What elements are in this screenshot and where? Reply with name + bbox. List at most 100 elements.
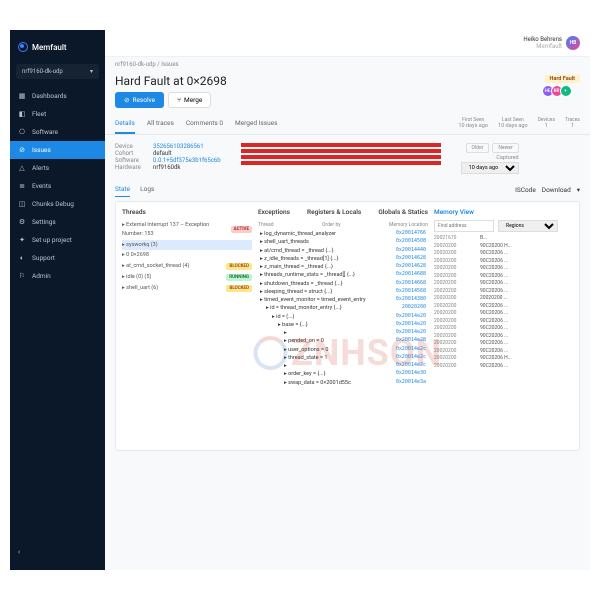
download-button[interactable]: Download: [542, 186, 571, 194]
brand-name: Memfault: [32, 43, 67, 52]
memory-header: Memory View: [434, 208, 573, 220]
user-menu[interactable]: Heiko Behrens Memfault HB: [523, 36, 580, 50]
regions-select[interactable]: Regions: [498, 220, 558, 232]
tab-details[interactable]: Details: [115, 114, 135, 134]
global-row[interactable]: ▸ id = (...)0x20014e20: [258, 313, 428, 321]
global-row[interactable]: ▸ swap_data = 0×2001d55c0x20014e3a: [258, 379, 428, 387]
sidebar-item-events[interactable]: ≣Events: [10, 177, 105, 195]
global-row[interactable]: ▸ pended_on = 00x20014e28: [258, 337, 428, 345]
global-row[interactable]: ▸ 0x20014e20: [258, 329, 428, 337]
user-org: Memfault: [523, 43, 562, 50]
stat: Devices1: [538, 117, 555, 131]
user-avatar: HB: [566, 36, 580, 50]
global-row[interactable]: ▸ base = {...}0x20014e20: [258, 321, 428, 329]
breadcrumb[interactable]: nrf9160-dk-udp / Issues: [105, 57, 590, 72]
stat: First Seen10 days ago: [458, 117, 488, 131]
global-row[interactable]: ▸ timed_event_monitor = timed_event_entr…: [258, 296, 428, 304]
alerts-icon: △: [18, 164, 26, 172]
memory-row: 2002020090C20206 ...: [434, 265, 573, 273]
sidebar-item-alerts[interactable]: △Alerts: [10, 159, 105, 177]
memory-row: 2002020090C20206 ...: [434, 303, 573, 311]
newer-button[interactable]: Newer: [492, 143, 518, 153]
memory-row: 2002020090C20200 H...: [434, 243, 573, 251]
sidebar-item-dashboards[interactable]: ▦Dashboards: [10, 87, 105, 105]
collapse-sidebar[interactable]: ‹: [10, 542, 105, 562]
memory-row: 2002020090C20206 ...: [434, 333, 573, 341]
sidebar-item-fleet[interactable]: ◧Fleet: [10, 105, 105, 123]
thread-row[interactable]: ▸ shell_uart (6)BLOCKED: [122, 283, 252, 294]
globals-tabs: Exceptions Registers & Locals Globals & …: [258, 208, 428, 220]
sidebar-item-set-up-project[interactable]: ✦Set up project: [10, 231, 105, 249]
software-icon: ⎔: [18, 128, 26, 136]
issue-stats: First Seen10 days agoLast Seen10 days ag…: [458, 114, 580, 134]
global-row[interactable]: ▸ thread_state = 10x20014e2c: [258, 354, 428, 362]
memory-column: Memory View Regions 20021670B...20020200…: [434, 208, 573, 444]
memory-row: 2002020090C20206 ...: [434, 310, 573, 318]
global-row[interactable]: ▸ z_idle_threads = _thread[1] {...}0x200…: [258, 255, 428, 263]
subtab-state[interactable]: State: [115, 182, 130, 197]
tab-comments[interactable]: Comments 0: [186, 114, 223, 134]
set up project-icon: ✦: [18, 236, 26, 244]
sidebar-item-support[interactable]: ◐Support: [10, 249, 105, 267]
sidebar-item-chunks-debug[interactable]: ◫Chunks Debug: [10, 195, 105, 213]
chevron-left-icon: ‹: [18, 548, 20, 556]
sidebar-item-settings[interactable]: ⚙Settings: [10, 213, 105, 231]
global-row[interactable]: ▸ shell_uart_threads0x20014508: [258, 238, 428, 246]
tab-all-traces[interactable]: All traces: [147, 114, 174, 134]
device-link[interactable]: 352656103286561: [153, 143, 204, 150]
issues-icon: ⊘: [18, 146, 26, 154]
subtab-logs[interactable]: Logs: [140, 182, 154, 197]
memory-row: 2002020020020200 ...: [434, 295, 573, 303]
bar: [241, 143, 441, 147]
thread-list: ▸ External Interrupt 137 – Exception Num…: [122, 220, 252, 294]
captured-select[interactable]: 10 days ago: [461, 162, 519, 174]
sidebar: Memfault nrf9160-dk-udp ▾ ▦Dashboards◧Fl…: [10, 30, 105, 570]
tab-globals[interactable]: Globals & Statics: [378, 208, 428, 216]
memory-row: 2002020090C20206 ...: [434, 250, 573, 258]
thread-row[interactable]: ▸ idle (0) (5)RUNNING: [122, 272, 252, 283]
global-row[interactable]: ▸ id = thread_monitor_entry {...}2002020…: [258, 304, 428, 312]
memory-hex[interactable]: 20021670B...2002020090C20200 H...2002020…: [434, 235, 573, 370]
tab-merged-issues[interactable]: Merged Issues: [235, 114, 278, 134]
tab-registers[interactable]: Registers & Locals: [307, 208, 361, 216]
memory-row: 2002020090C20206 ...: [434, 363, 573, 371]
global-row[interactable]: ▸ at/cmd_thread = _thread {...}0x2001444…: [258, 247, 428, 255]
main: Heiko Behrens Memfault HB nrf9160-dk-udp…: [105, 30, 590, 570]
sidebar-item-admin[interactable]: ⚐Admin: [10, 267, 105, 285]
sidebar-item-software[interactable]: ⎔Software: [10, 123, 105, 141]
captured-label: Captured: [461, 155, 519, 161]
threads-column: Threads ▸ External Interrupt 137 – Excep…: [122, 208, 252, 444]
support-icon: ◐: [18, 254, 26, 262]
global-row[interactable]: ▸ user_options = 00x20014e2c: [258, 346, 428, 354]
global-row[interactable]: ▸ order_key = {...}0x20014e30: [258, 370, 428, 378]
thread-row[interactable]: ▸ at_cmd_socket_thread (4)BLOCKED: [122, 261, 252, 272]
global-row[interactable]: ▸ shutdown_threads = _thread {...}0x2001…: [258, 280, 428, 288]
memory-search[interactable]: [434, 220, 494, 232]
issue-type-badge: Hard Fault: [545, 75, 580, 83]
user-name: Heiko Behrens: [523, 36, 562, 43]
stat: Traces1: [565, 117, 580, 131]
dashboards-icon: ▦: [18, 92, 26, 100]
iscode-link[interactable]: ISCode: [515, 186, 536, 194]
thread-row[interactable]: ▸ 0 0×2698: [122, 250, 252, 261]
global-row[interactable]: ▸ threads_runtime_stats = _thread[] {...…: [258, 271, 428, 279]
older-button[interactable]: Older: [466, 143, 490, 153]
memory-row: 2002020090C20206 ...: [434, 288, 573, 296]
occurrence-bars: [241, 143, 441, 174]
global-row[interactable]: ▸ z_main_thread = _thread {...}0x2001462…: [258, 263, 428, 271]
globals-tree[interactable]: ▸ log_dynamic_thread_analyzer0x20014766▸…: [258, 230, 428, 387]
thread-row[interactable]: ▸ External Interrupt 137 – Exception Num…: [122, 220, 252, 240]
software-link[interactable]: 0.0.1+5df375e3b1f65c6b: [153, 157, 221, 164]
thread-row[interactable]: ▸ sysworkq (3): [122, 240, 252, 251]
resolve-button[interactable]: ⊘ Resolve: [115, 92, 164, 108]
sidebar-item-issues[interactable]: ⊘Issues: [10, 141, 105, 159]
merge-button[interactable]: ⑂ Merge: [168, 92, 211, 108]
brand-logo[interactable]: Memfault: [10, 38, 105, 60]
global-row[interactable]: ▸ 0x20014e2c: [258, 362, 428, 370]
assignee-avatars[interactable]: HE BR +: [545, 85, 580, 97]
global-row[interactable]: ▸ log_dynamic_thread_analyzer0x20014766: [258, 230, 428, 238]
tab-exceptions[interactable]: Exceptions: [258, 208, 290, 216]
project-selector[interactable]: nrf9160-dk-udp ▾: [16, 64, 99, 79]
issue-title: Hard Fault at 0×2698: [115, 74, 227, 88]
global-row[interactable]: ▸ sleeping_thread = struct {...}0x200145…: [258, 288, 428, 296]
